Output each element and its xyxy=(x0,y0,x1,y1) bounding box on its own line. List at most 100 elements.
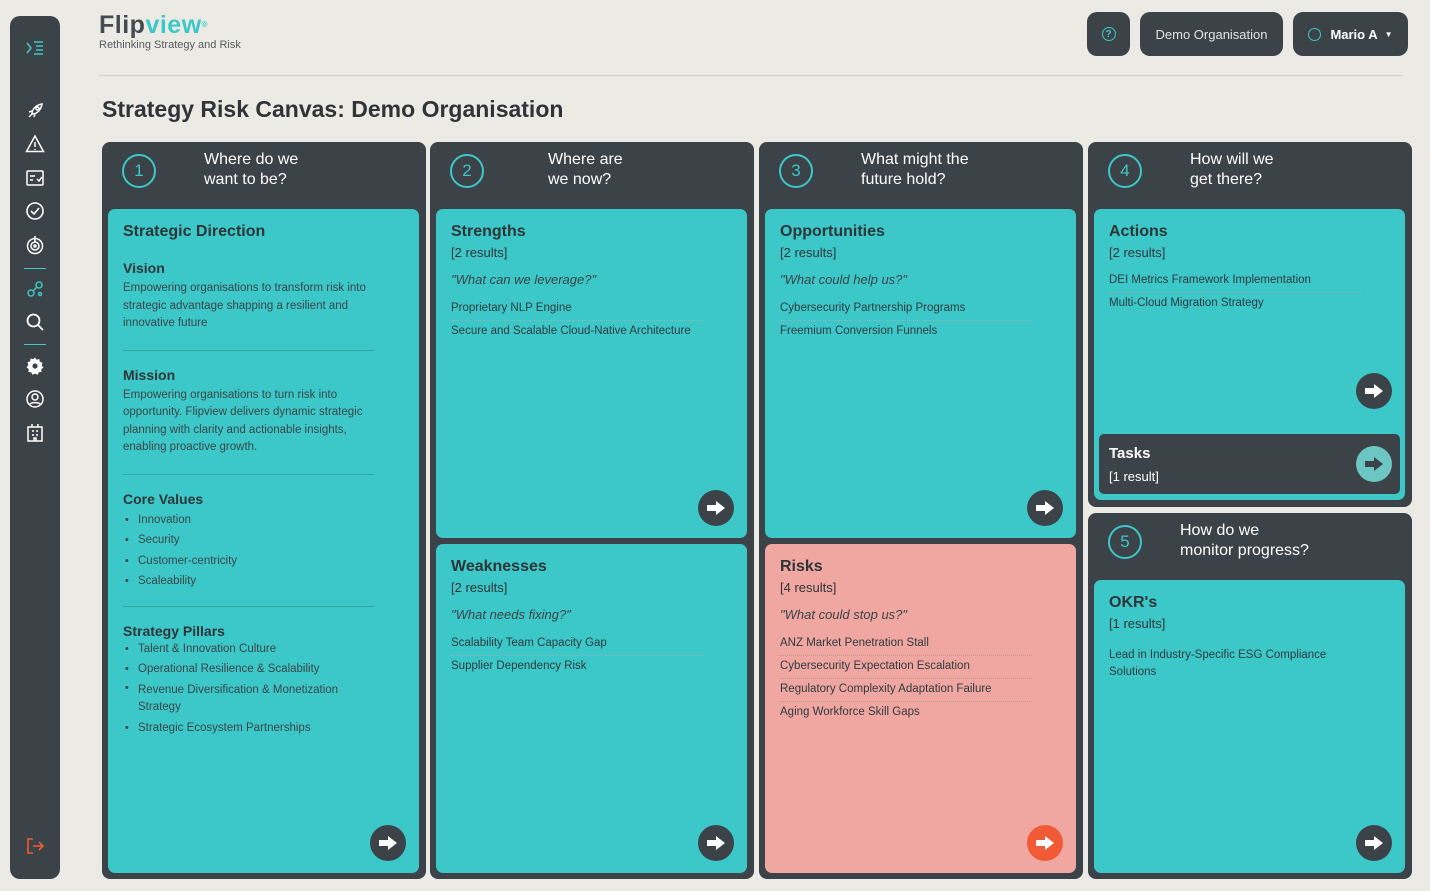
list-item[interactable]: Multi-Cloud Migration Strategy xyxy=(1109,293,1361,315)
column-question: How do we monitor progress? xyxy=(1180,522,1309,559)
list-item: Customer-centricity xyxy=(123,551,373,572)
organisation-icon[interactable] xyxy=(23,421,47,445)
arrow-right-icon xyxy=(379,836,397,850)
risks-card[interactable]: Risks [4 results] "What could stop us?" … xyxy=(765,544,1076,873)
nodes-icon[interactable] xyxy=(23,277,47,301)
open-weaknesses-button[interactable] xyxy=(698,825,734,861)
checklist-icon[interactable] xyxy=(23,166,47,190)
rocket-icon[interactable] xyxy=(23,99,47,123)
sidebar xyxy=(10,16,60,879)
card-title: Strengths xyxy=(451,223,526,240)
okrs-card[interactable]: OKR's [1 results] Lead in Industry-Speci… xyxy=(1094,580,1405,873)
column-how-will-we-get-there: 4 How will we get there? Actions [2 resul… xyxy=(1088,142,1412,507)
arrow-right-icon xyxy=(707,501,725,515)
step-number: 5 xyxy=(1108,525,1142,559)
card-title: Actions xyxy=(1109,223,1168,240)
help-icon: ? xyxy=(1101,27,1116,41)
card-title: Strategic Direction xyxy=(123,223,266,240)
flipview-logo[interactable]: Flipview® Rethinking Strategy and Risk xyxy=(99,12,241,51)
list-item[interactable]: Cybersecurity Expectation Escalation xyxy=(780,656,1032,679)
list-item: Scaleability xyxy=(123,571,373,592)
list-item[interactable]: Freemium Conversion Funnels xyxy=(780,321,1032,343)
arrow-right-icon xyxy=(1365,836,1383,850)
open-tasks-button[interactable] xyxy=(1356,446,1392,482)
divider xyxy=(123,605,374,607)
list-item[interactable]: ANZ Market Penetration Stall xyxy=(780,633,1032,656)
help-button[interactable]: ? xyxy=(1087,12,1130,56)
column-where-do-we-want-to-be: 1 Where do we want to be? Strategic Direc… xyxy=(102,142,426,879)
list-item: Innovation xyxy=(123,510,373,531)
user-name: Mario A xyxy=(1330,26,1378,42)
list-item[interactable]: Lead in Industry-Specific ESG Compliance… xyxy=(1109,645,1361,684)
opportunities-card[interactable]: Opportunities [2 results] "What could he… xyxy=(765,209,1076,538)
strengths-card[interactable]: Strengths [2 results] "What can we lever… xyxy=(436,209,747,538)
step-number: 2 xyxy=(450,154,484,188)
column-what-might-the-future-hold: 3 What might the future hold? Opportuniti… xyxy=(759,142,1083,879)
core-values-list: Innovation Security Customer-centricity … xyxy=(123,510,373,592)
open-actions-button[interactable] xyxy=(1356,373,1392,409)
tasks-title: Tasks xyxy=(1109,445,1151,462)
logout-icon[interactable] xyxy=(23,834,47,858)
card-title: Risks xyxy=(780,558,823,575)
result-count: [2 results] xyxy=(1109,245,1166,260)
column-question: How will we get there? xyxy=(1190,151,1274,188)
open-okrs-button[interactable] xyxy=(1356,825,1392,861)
result-count: [2 results] xyxy=(451,580,508,595)
weaknesses-card[interactable]: Weaknesses [2 results] "What needs fixin… xyxy=(436,544,747,873)
target-icon[interactable] xyxy=(23,233,47,257)
arrow-right-icon xyxy=(1365,457,1383,471)
menu-collapse-icon[interactable] xyxy=(23,36,47,60)
arrow-right-icon xyxy=(707,836,725,850)
list-item[interactable]: Regulatory Complexity Adaptation Failure xyxy=(780,679,1032,702)
sidebar-divider xyxy=(24,268,46,269)
list-item[interactable]: DEI Metrics Framework Implementation xyxy=(1109,270,1361,293)
list-item[interactable]: Scalability Team Capacity Gap xyxy=(451,633,703,656)
step-number: 3 xyxy=(779,154,813,188)
user-circle-icon[interactable] xyxy=(23,387,47,411)
list-item: Revenue Diversification & Monetization S… xyxy=(123,680,373,718)
list-item[interactable]: Supplier Dependency Risk xyxy=(451,656,703,678)
warning-icon[interactable] xyxy=(23,132,47,156)
core-values-label: Core Values xyxy=(123,490,204,507)
user-icon xyxy=(1308,27,1322,41)
tasks-panel[interactable]: Tasks [1 result] xyxy=(1099,434,1400,494)
chevron-down-icon: ▼ xyxy=(1384,29,1393,39)
vision-text: Empowering organisations to transform ri… xyxy=(123,282,366,329)
page-title: Strategy Risk Canvas: Demo Organisation xyxy=(102,96,564,122)
mission-text: Empowering organisations to turn risk in… xyxy=(123,388,363,454)
result-count: [1 results] xyxy=(1109,616,1166,631)
search-icon[interactable] xyxy=(23,310,47,334)
result-count: [2 results] xyxy=(451,245,508,260)
list-item: Talent & Innovation Culture xyxy=(123,639,373,660)
header-divider xyxy=(99,75,1402,76)
logo-view-text: view xyxy=(145,11,202,39)
list-item: Security xyxy=(123,530,373,551)
logo-flip-text: Flip xyxy=(99,11,146,39)
user-menu-button[interactable]: Mario A ▼ xyxy=(1293,12,1408,56)
list-item[interactable]: Secure and Scalable Cloud-Native Archite… xyxy=(451,321,703,343)
open-opportunities-button[interactable] xyxy=(1027,490,1063,526)
open-risks-button[interactable] xyxy=(1027,825,1063,861)
card-question: "What can we leverage?" xyxy=(451,272,597,287)
list-item[interactable]: Cybersecurity Partnership Programs xyxy=(780,298,1032,321)
gear-icon[interactable] xyxy=(23,354,47,378)
column-how-do-we-monitor-progress: 5 How do we monitor progress? OKR's [1 re… xyxy=(1088,513,1412,879)
organisation-button[interactable]: Demo Organisation xyxy=(1140,12,1283,56)
logo-tagline: Rethinking Strategy and Risk xyxy=(99,39,241,51)
strategy-pillars-label: Strategy Pillars xyxy=(123,622,225,639)
actions-card[interactable]: Actions [2 results] DEI Metrics Framewor… xyxy=(1094,209,1405,500)
list-item[interactable]: Aging Workforce Skill Gaps xyxy=(780,702,1032,724)
card-title: OKR's xyxy=(1109,594,1158,611)
open-strengths-button[interactable] xyxy=(698,490,734,526)
list-item[interactable]: Proprietary NLP Engine xyxy=(451,298,703,321)
result-count: [4 results] xyxy=(780,580,837,595)
column-question: Where do we want to be? xyxy=(204,151,299,188)
card-question: "What needs fixing?" xyxy=(451,607,571,622)
divider xyxy=(123,349,374,351)
card-title: Opportunities xyxy=(780,223,885,240)
card-question: "What could stop us?" xyxy=(780,607,908,622)
open-strategic-direction-button[interactable] xyxy=(370,825,406,861)
check-circle-icon[interactable] xyxy=(23,199,47,223)
strategic-direction-card[interactable]: Strategic Direction Vision Empowering or… xyxy=(108,209,419,873)
logo-registered-mark: ® xyxy=(201,20,209,29)
